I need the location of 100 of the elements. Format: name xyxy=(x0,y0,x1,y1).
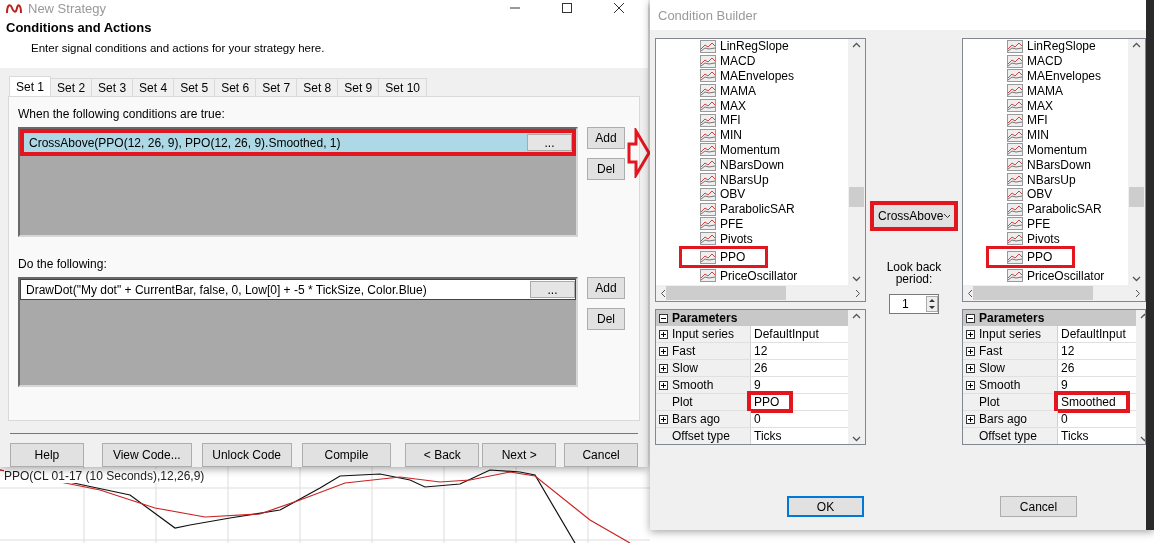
vertical-scrollbar[interactable] xyxy=(848,310,865,444)
property-value[interactable]: Ticks xyxy=(751,429,792,443)
expression-row[interactable]: DrawDot("My dot" + CurrentBar, false, 0, Low[0] + -5 * TickSize, Color.Blue) ... xyxy=(20,279,576,300)
expression-list[interactable]: CrossAbove(PPO(12, 26, 9), PPO(12, 26, 9).Smoothed, 1) ... xyxy=(18,127,578,237)
parameters-grid[interactable]: Parameters Input series DefaultInput Fast 12 Slow 26 Smooth 9 Plot PPO Bars ago 0 Offset type Ticks xyxy=(655,309,866,445)
footer-button[interactable]: Cancel xyxy=(564,443,639,467)
expand-icon[interactable] xyxy=(966,380,975,390)
scroll-down-icon[interactable] xyxy=(852,276,861,282)
expand-icon[interactable] xyxy=(659,380,668,390)
scroll-left-icon[interactable] xyxy=(660,288,666,298)
property-value[interactable]: 26 xyxy=(1058,361,1085,375)
lookback-spinner[interactable]: 1 xyxy=(889,294,939,314)
property-value[interactable]: Ticks xyxy=(1058,429,1099,443)
scrollbar-thumb[interactable] xyxy=(1129,187,1144,207)
indicator-item[interactable]: NBarsDown xyxy=(700,157,785,173)
collapse-icon[interactable] xyxy=(966,313,975,323)
footer-button[interactable]: Help xyxy=(10,443,84,467)
indicator-item[interactable]: NBarsUp xyxy=(1007,172,1076,187)
footer-button[interactable]: Compile xyxy=(301,443,392,467)
vertical-scrollbar[interactable] xyxy=(1128,39,1145,285)
indicator-item[interactable]: ParabolicSAR xyxy=(1007,201,1102,217)
set-tab[interactable]: Set 10 xyxy=(378,78,427,96)
indicator-item[interactable]: OBV xyxy=(1007,186,1053,202)
expand-icon[interactable] xyxy=(966,346,975,356)
indicator-item[interactable]: MAEnvelopes xyxy=(700,68,795,84)
browse-button[interactable]: ... xyxy=(527,134,572,151)
scrollbar-thumb[interactable] xyxy=(973,286,1093,300)
browse-button[interactable]: ... xyxy=(530,281,575,298)
indicator-item[interactable]: NBarsUp xyxy=(700,172,769,187)
property-value[interactable]: DefaultInput xyxy=(1058,327,1136,341)
indicator-item[interactable]: MAEnvelopes xyxy=(1007,68,1102,84)
indicator-item[interactable]: MAX xyxy=(1007,98,1053,113)
indicator-item[interactable]: MAMA xyxy=(1007,83,1063,99)
indicator-item[interactable]: PriceOscillator xyxy=(1007,268,1105,283)
delete-button[interactable]: Del xyxy=(587,158,625,180)
parameters-grid[interactable]: Parameters Input series DefaultInput Fast 12 Slow 26 Smooth 9 Plot Smoothed Bars ago 0 Offset type Ticks xyxy=(962,309,1146,445)
category-row[interactable]: Parameters xyxy=(963,310,1136,326)
scroll-down-icon[interactable] xyxy=(1132,276,1141,282)
indicator-item[interactable]: MIN xyxy=(700,127,742,143)
property-value[interactable]: 12 xyxy=(751,344,778,358)
set-tab[interactable]: Set 1 xyxy=(9,76,52,96)
indicator-item[interactable]: MAX xyxy=(700,98,746,113)
indicator-item[interactable]: PPO xyxy=(679,246,769,269)
ok-button[interactable]: OK xyxy=(787,496,864,517)
indicator-list[interactable]: LinRegSlope MACD MAEnvelopes MAMA MAX MFI MIN Momentum NBarsDown NBarsUp OBV ParabolicSAR PFE Pivots PPO PriceOscillator xyxy=(655,38,866,302)
property-value[interactable]: DefaultInput xyxy=(751,327,829,341)
indicator-item[interactable]: Pivots xyxy=(1007,231,1060,247)
indicator-item[interactable]: Momentum xyxy=(700,142,781,158)
indicator-item[interactable]: PPO xyxy=(986,246,1076,269)
footer-button[interactable]: < Back xyxy=(405,443,480,467)
spin-arrows-icon[interactable] xyxy=(926,296,938,312)
indicator-item[interactable]: PFE xyxy=(700,216,744,232)
cancel-button[interactable]: Cancel xyxy=(1000,496,1077,517)
property-value[interactable]: 0 xyxy=(751,412,771,426)
scroll-up-icon[interactable] xyxy=(852,42,861,48)
indicator-item[interactable]: MAMA xyxy=(700,83,756,99)
indicator-item[interactable]: MIN xyxy=(1007,127,1049,143)
indicator-item[interactable]: Pivots xyxy=(700,231,753,247)
indicator-item[interactable]: LinRegSlope xyxy=(700,39,789,54)
expand-icon[interactable] xyxy=(659,363,668,373)
scroll-right-icon[interactable] xyxy=(1135,288,1141,298)
footer-button[interactable]: Next > xyxy=(482,443,557,467)
indicator-item[interactable]: MACD xyxy=(700,53,756,69)
add-button[interactable]: Add xyxy=(587,127,625,149)
scroll-down-icon[interactable] xyxy=(852,436,861,442)
scrollbar-thumb[interactable] xyxy=(666,286,786,300)
expression-list[interactable]: DrawDot("My dot" + CurrentBar, false, 0, Low[0] + -5 * TickSize, Color.Blue) ... xyxy=(18,277,578,387)
indicator-item[interactable]: Momentum xyxy=(1007,142,1088,158)
indicator-item[interactable]: LinRegSlope xyxy=(1007,39,1096,54)
indicator-item[interactable]: PriceOscillator xyxy=(700,268,798,283)
indicator-item[interactable]: OBV xyxy=(700,186,746,202)
property-value[interactable]: 0 xyxy=(1058,412,1078,426)
indicator-item[interactable]: PFE xyxy=(1007,216,1051,232)
indicator-item[interactable]: ParabolicSAR xyxy=(700,201,795,217)
indicator-item[interactable]: MFI xyxy=(1007,113,1048,128)
property-value[interactable]: 9 xyxy=(751,378,771,392)
footer-button[interactable]: Unlock Code xyxy=(201,443,292,467)
category-row[interactable]: Parameters xyxy=(656,310,848,326)
horizontal-scrollbar[interactable] xyxy=(656,285,865,301)
expand-icon[interactable] xyxy=(966,414,975,424)
delete-button[interactable]: Del xyxy=(587,308,625,330)
property-value[interactable]: 9 xyxy=(1058,378,1078,392)
expand-icon[interactable] xyxy=(659,414,668,424)
property-value[interactable]: 26 xyxy=(751,361,778,375)
indicator-list[interactable]: LinRegSlope MACD MAEnvelopes MAMA MAX MFI MIN Momentum NBarsDown NBarsUp OBV ParabolicSAR PFE Pivots PPO PriceOscillator xyxy=(962,38,1146,302)
expand-icon[interactable] xyxy=(966,329,975,339)
expression-row[interactable]: CrossAbove(PPO(12, 26, 9), PPO(12, 26, 9).Smoothed, 1) ... xyxy=(20,129,576,156)
expand-icon[interactable] xyxy=(659,329,668,339)
scroll-right-icon[interactable] xyxy=(855,288,861,298)
expand-icon[interactable] xyxy=(966,363,975,373)
property-value[interactable]: 12 xyxy=(1058,344,1085,358)
indicator-item[interactable]: MACD xyxy=(1007,53,1063,69)
expand-icon[interactable] xyxy=(659,346,668,356)
scroll-left-icon[interactable] xyxy=(967,288,973,298)
scrollbar-thumb[interactable] xyxy=(849,187,864,207)
indicator-item[interactable]: NBarsDown xyxy=(1007,157,1092,173)
vertical-scrollbar[interactable] xyxy=(848,39,865,285)
footer-button[interactable]: View Code... xyxy=(101,443,192,467)
add-button[interactable]: Add xyxy=(587,277,625,299)
operator-dropdown[interactable]: CrossAbove xyxy=(870,201,958,231)
